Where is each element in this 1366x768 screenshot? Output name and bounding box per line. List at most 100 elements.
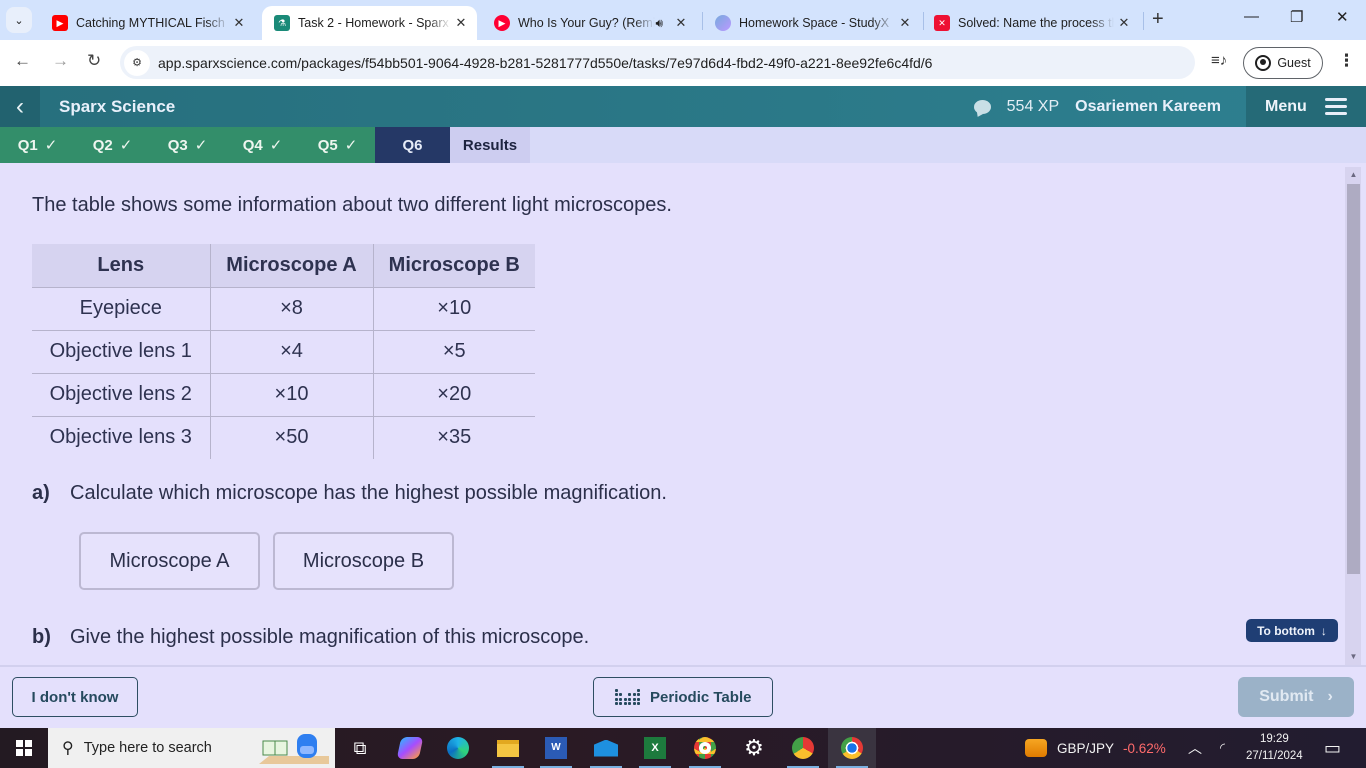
choice-microscope-a[interactable]: Microscope A — [79, 532, 260, 590]
task-view-icon[interactable]: ⧉ — [336, 728, 384, 768]
wifi-icon[interactable]: ◜ — [1220, 728, 1225, 768]
minimize-button[interactable]: — — [1244, 8, 1259, 25]
flask-icon: ⚗ — [274, 15, 290, 31]
word-icon[interactable]: W — [532, 728, 580, 768]
tab-title: Task 2 - Homework - Sparx S — [298, 16, 451, 30]
tab-q2[interactable]: Q2 ✓ — [75, 127, 150, 163]
user-name[interactable]: Osariemen Kareem — [1075, 98, 1221, 116]
tab-title: Solved: Name the process th — [958, 16, 1114, 30]
choice-microscope-b[interactable]: Microscope B — [273, 532, 454, 590]
site-info-icon[interactable]: ⚙ — [124, 49, 150, 76]
file-explorer-icon[interactable] — [484, 728, 532, 768]
copilot-icon[interactable] — [386, 728, 434, 768]
media-control-icon[interactable]: ≡♪ — [1211, 52, 1227, 69]
close-icon[interactable]: ✕ — [895, 15, 915, 31]
edge-icon[interactable] — [434, 728, 482, 768]
reload-icon[interactable]: ↻ — [87, 51, 101, 71]
speaker-icon[interactable]: 🔊︎ — [655, 16, 663, 31]
back-button[interactable]: ‹ — [0, 86, 40, 127]
studyx-red-icon: ✕ — [934, 15, 950, 31]
scrollbar-thumb[interactable] — [1347, 184, 1360, 574]
chat-icon[interactable] — [973, 99, 991, 114]
browser-tab[interactable]: ▶ Who Is Your Guy? (Remi 🔊︎ ✕ — [482, 6, 697, 40]
show-hidden-icons-chevron-icon[interactable]: ︿ — [1188, 728, 1202, 768]
clock[interactable]: 19:29 27/11/2024 — [1246, 728, 1303, 768]
table-header: Lens — [32, 244, 210, 288]
close-icon[interactable]: ✕ — [1114, 15, 1134, 31]
part-b: b) Give the highest possible magnificatio… — [32, 626, 589, 649]
url-text[interactable]: app.sparxscience.com/packages/f54bb501-9… — [158, 55, 932, 71]
tab-label: Q4 — [242, 136, 263, 154]
more-menu-icon[interactable]: ⋮ — [1338, 51, 1355, 71]
scroll-down-icon[interactable]: ▼ — [1347, 652, 1360, 661]
tab-q1[interactable]: Q1 ✓ — [0, 127, 75, 163]
ticker-symbol: GBP/JPY — [1057, 740, 1115, 756]
mail-icon[interactable] — [582, 728, 630, 768]
table-cell: Objective lens 3 — [49, 426, 192, 449]
question-tabs: Q1 ✓ Q2 ✓ Q3 ✓ Q4 ✓ Q5 ✓ Q6 Results — [0, 127, 1366, 170]
periodic-table-button[interactable]: Periodic Table — [593, 677, 773, 717]
window-close-button[interactable]: ✕ — [1336, 8, 1349, 26]
dont-know-button[interactable]: I don't know — [12, 677, 138, 717]
excel-icon[interactable]: X — [631, 728, 679, 768]
chrome-active-icon[interactable] — [828, 728, 876, 768]
close-icon[interactable]: ✕ — [451, 15, 471, 31]
chevron-right-icon: › — [1327, 688, 1333, 705]
question-content: The table shows some information about t… — [0, 163, 1346, 665]
new-tab-button[interactable]: + — [1152, 8, 1164, 31]
youtube-music-icon: ▶ — [494, 15, 510, 31]
submit-button[interactable]: Submit › — [1238, 677, 1354, 717]
tab-title: Catching MYTHICAL Fisch in — [76, 16, 229, 30]
search-icon: ⚲ — [62, 740, 74, 757]
periodic-table-label: Periodic Table — [650, 688, 752, 706]
browser-tab-active[interactable]: ⚗ Task 2 - Homework - Sparx S ✕ — [262, 6, 477, 40]
tab-q4[interactable]: Q4 ✓ — [225, 127, 300, 163]
scroll-up-icon[interactable]: ▲ — [1347, 170, 1360, 179]
close-icon[interactable]: ✕ — [671, 15, 691, 31]
to-bottom-button[interactable]: To bottom ↓ — [1246, 619, 1338, 642]
tab-label: Q3 — [167, 136, 188, 154]
tab-q3[interactable]: Q3 ✓ — [150, 127, 225, 163]
forward-arrow-icon[interactable]: → — [52, 51, 69, 71]
browser-tab[interactable]: ✕ Solved: Name the process th ✕ — [922, 6, 1140, 40]
question-intro: The table shows some information about t… — [32, 194, 672, 216]
table-cell: ×8 — [209, 287, 373, 331]
settings-gear-icon[interactable]: ⚙ — [730, 728, 778, 768]
tab-label: Results — [462, 136, 518, 154]
close-icon[interactable]: ✕ — [229, 15, 249, 31]
start-button[interactable] — [0, 728, 48, 768]
table-row: Objective lens 3 ×50 ×35 — [32, 416, 535, 459]
tab-label: Q5 — [317, 136, 338, 154]
clock-date: 27/11/2024 — [1246, 750, 1303, 762]
tab-q5[interactable]: Q5 ✓ — [300, 127, 375, 163]
browser-tab[interactable]: ▶ Catching MYTHICAL Fisch in ✕ — [40, 6, 255, 40]
part-b-text: Give the highest possible magnification … — [70, 626, 590, 648]
browser-tab[interactable]: Homework Space - StudyX ✕ — [703, 6, 921, 40]
profile-button[interactable]: Guest — [1243, 47, 1323, 79]
table-header: Microscope A — [209, 244, 373, 288]
to-bottom-label: To bottom — [1257, 623, 1315, 638]
notifications-icon[interactable]: ▭ — [1324, 728, 1341, 768]
stock-ticker[interactable]: GBP/JPY -0.62% — [1025, 728, 1166, 768]
menu-button[interactable]: Menu — [1246, 86, 1366, 127]
table-cell: ×10 — [372, 287, 535, 331]
browser-toolbar: ← → ↻ ⚙ app.sparxscience.com/packages/f5… — [0, 40, 1366, 86]
table-cell: ×20 — [372, 373, 535, 417]
chrome-profile-e-icon[interactable] — [779, 728, 827, 768]
taskbar-search[interactable]: ⚲ Type here to search — [48, 728, 335, 768]
chrome-profile-o-icon[interactable] — [681, 728, 729, 768]
tab-q6[interactable]: Q6 — [375, 127, 450, 170]
back-arrow-icon[interactable]: ← — [14, 51, 31, 71]
submit-label: Submit — [1259, 688, 1314, 705]
brand-title: Sparx Science — [59, 96, 176, 116]
check-icon: ✓ — [44, 137, 58, 154]
table-cell: Objective lens 2 — [32, 373, 210, 417]
tab-results[interactable]: Results — [450, 127, 530, 163]
address-bar[interactable]: ⚙ app.sparxscience.com/packages/f54bb501… — [120, 46, 1195, 79]
app-header: ‹ Sparx Science 554 XP Osariemen Kareem … — [0, 86, 1366, 127]
table-row: Eyepiece ×8 ×10 — [32, 287, 535, 331]
microscope-table: Lens Microscope A Microscope B Eyepiece … — [32, 244, 535, 459]
restore-button[interactable]: ❐ — [1290, 8, 1303, 26]
tab-search-button[interactable]: ⌄ — [6, 7, 32, 33]
tab-label: Q2 — [92, 136, 113, 154]
